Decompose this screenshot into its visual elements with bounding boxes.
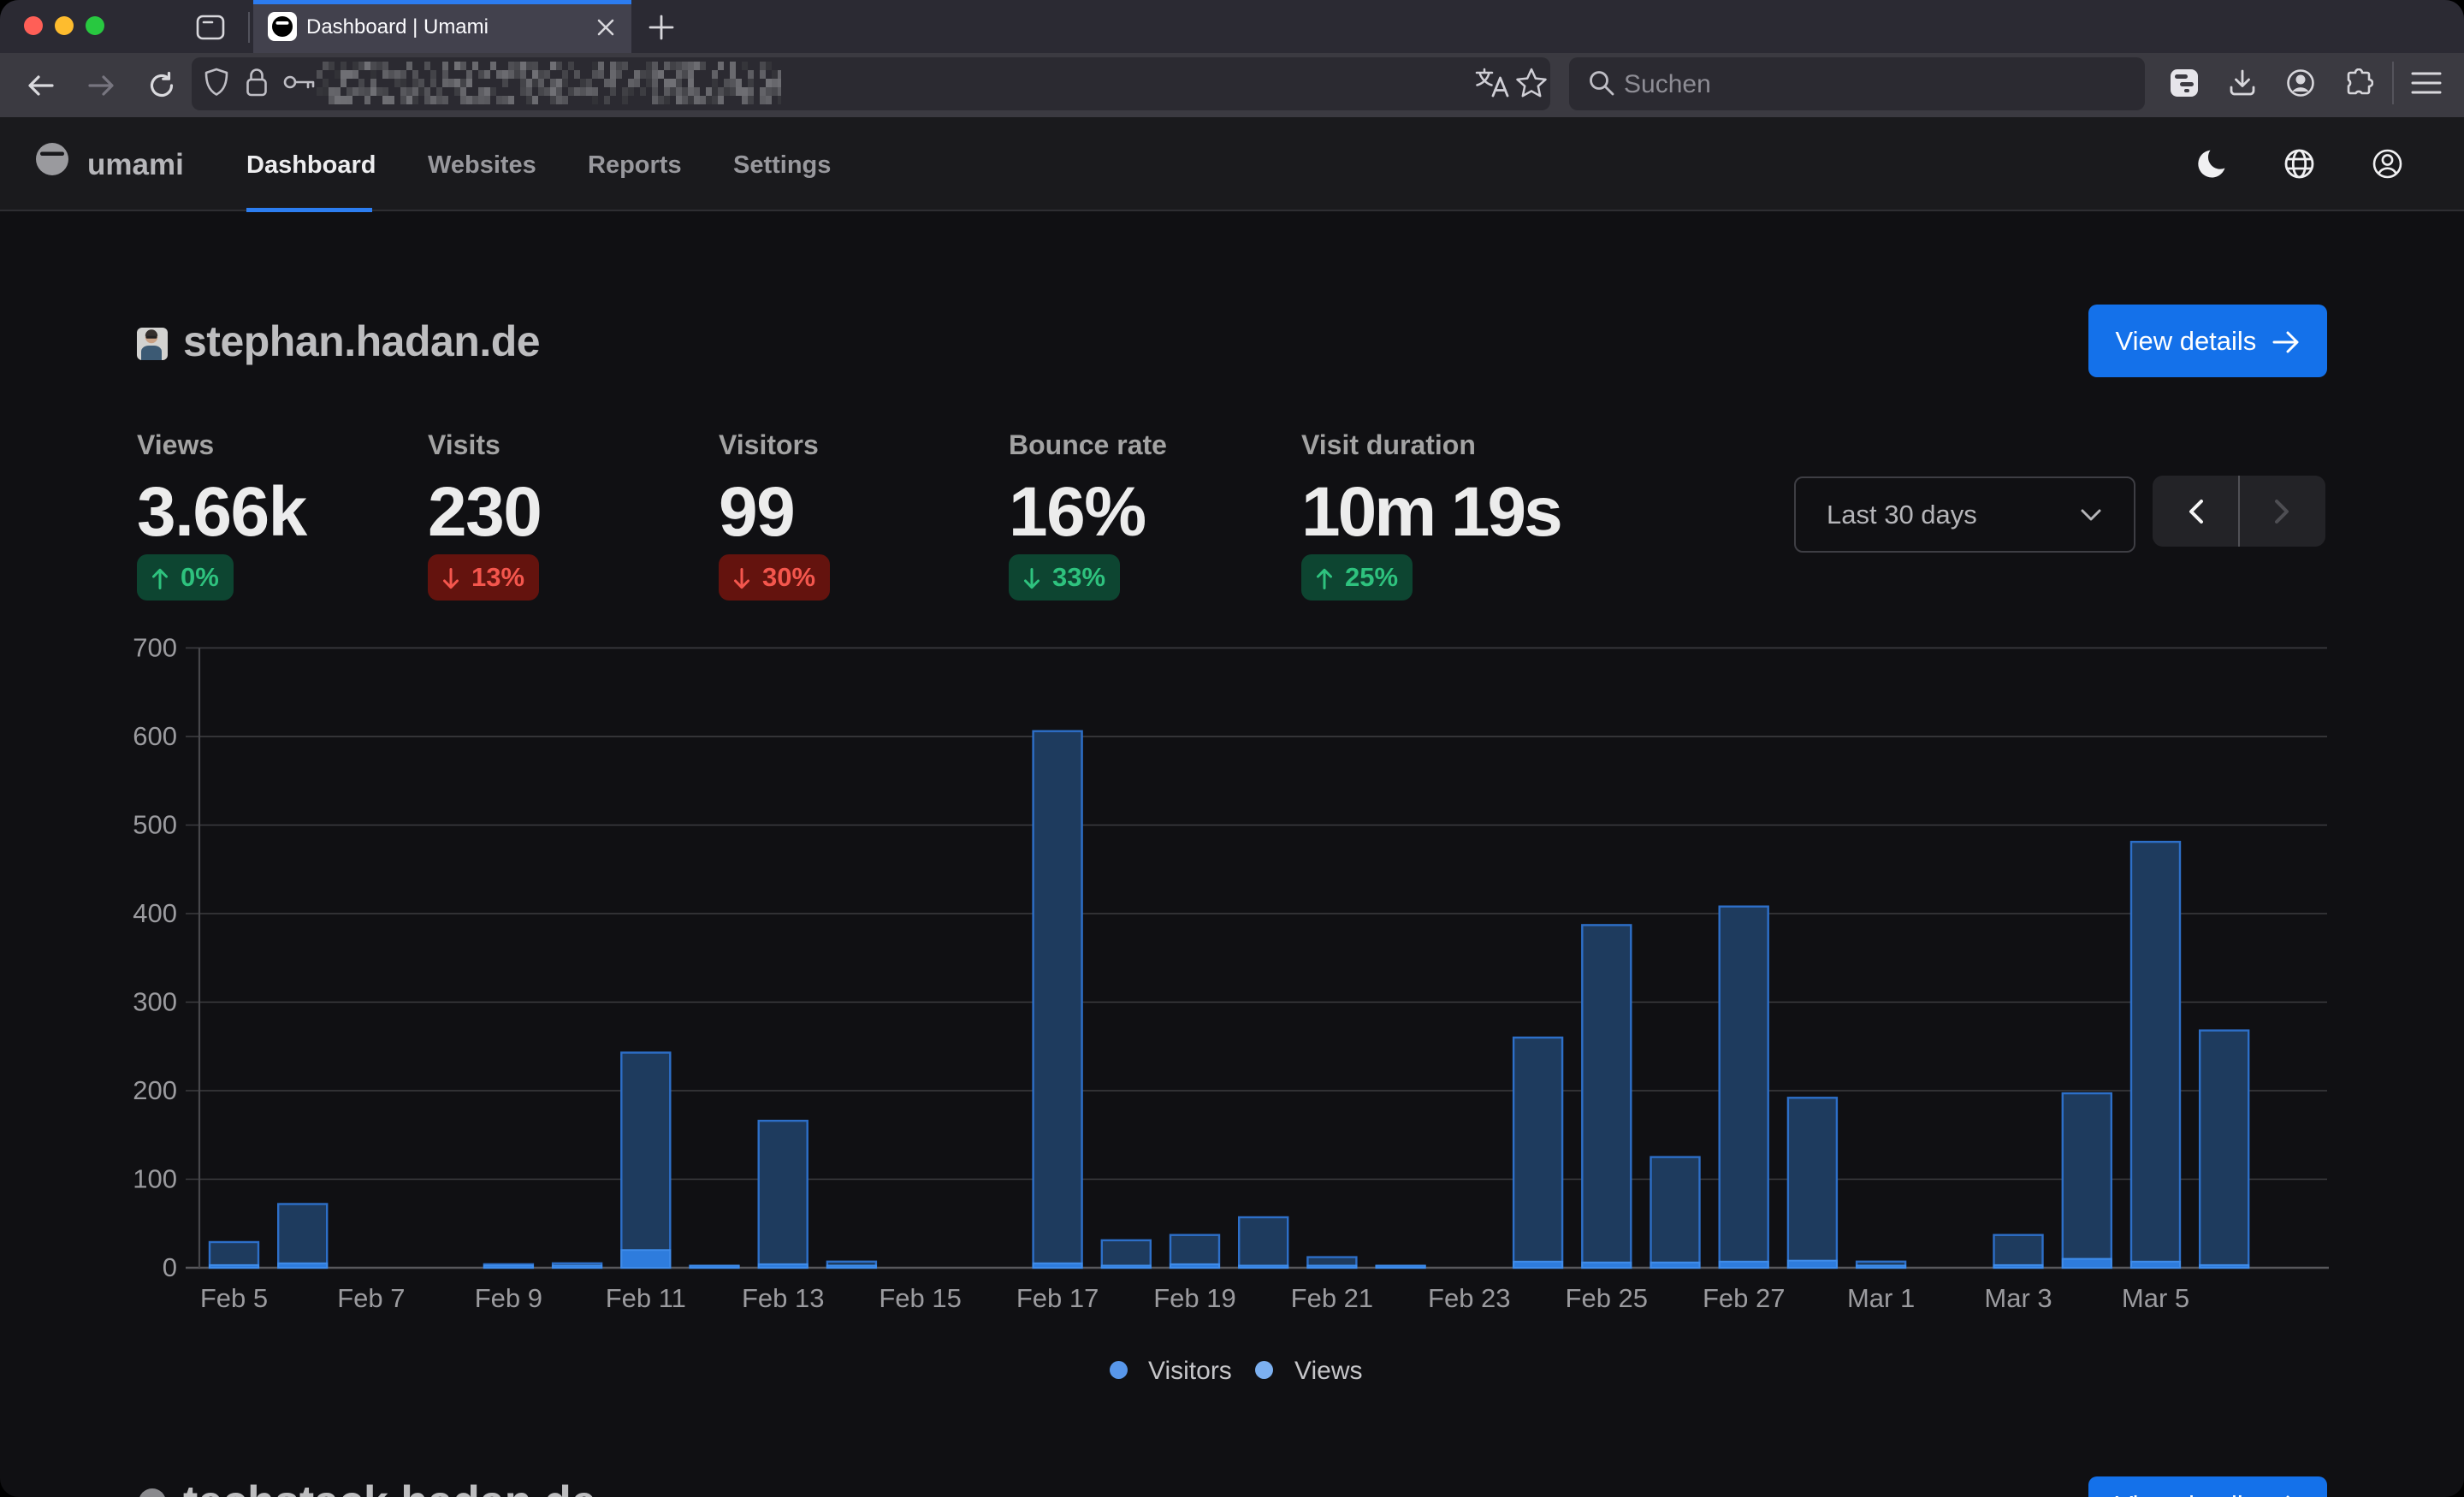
svg-text:300: 300 [133, 987, 177, 1017]
svg-text:Feb 27: Feb 27 [1703, 1283, 1786, 1313]
svg-text:100: 100 [133, 1164, 177, 1194]
svg-text:Feb 25: Feb 25 [1566, 1283, 1649, 1313]
svg-text:Feb 9: Feb 9 [475, 1283, 542, 1313]
svg-text:700: 700 [133, 632, 177, 662]
svg-text:500: 500 [133, 810, 177, 840]
svg-text:Feb 11: Feb 11 [606, 1283, 686, 1313]
svg-text:Mar 5: Mar 5 [2122, 1283, 2189, 1313]
svg-text:0: 0 [163, 1252, 177, 1282]
svg-text:Mar 1: Mar 1 [1847, 1283, 1915, 1313]
svg-text:Feb 13: Feb 13 [742, 1283, 825, 1313]
svg-text:400: 400 [133, 898, 177, 928]
svg-text:Feb 23: Feb 23 [1428, 1283, 1511, 1313]
svg-text:Feb 15: Feb 15 [879, 1283, 962, 1313]
svg-text:Mar 3: Mar 3 [1984, 1283, 2052, 1313]
svg-text:Feb 5: Feb 5 [200, 1283, 268, 1313]
svg-text:Feb 21: Feb 21 [1291, 1283, 1374, 1313]
svg-text:Feb 7: Feb 7 [337, 1283, 405, 1313]
svg-text:Feb 17: Feb 17 [1016, 1283, 1099, 1313]
svg-text:200: 200 [133, 1075, 177, 1105]
svg-text:600: 600 [133, 721, 177, 751]
svg-text:Feb 19: Feb 19 [1153, 1283, 1236, 1313]
